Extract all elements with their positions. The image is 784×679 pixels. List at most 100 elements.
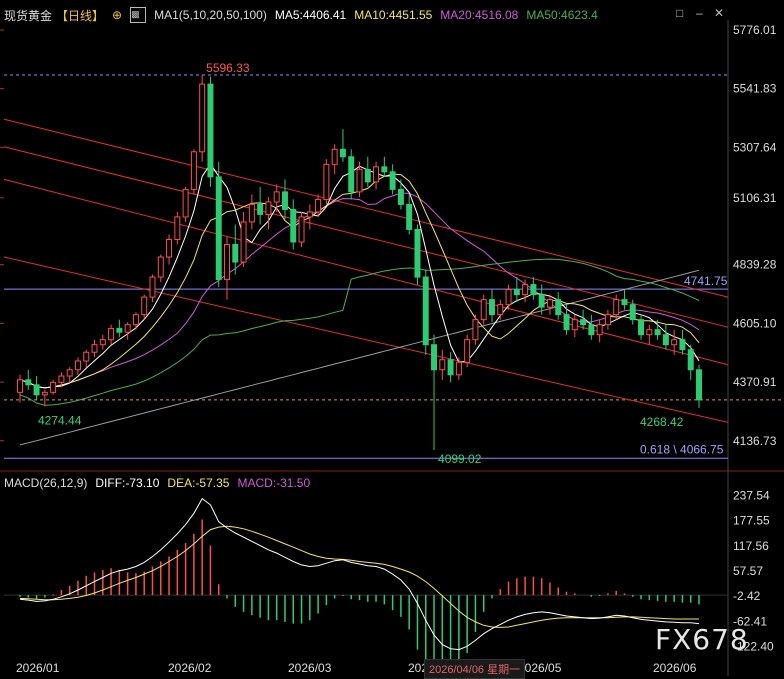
resistance-label: 4741.75 [684,274,728,288]
candle-body [331,148,338,165]
ma-toggle-icon[interactable]: ▩ [130,7,147,23]
candle-body [199,83,206,153]
candle-body [224,243,230,281]
candle-body [439,359,446,371]
candle-body [679,339,686,351]
candle-body [406,203,413,230]
window-minimize-icon[interactable]: – [696,6,703,20]
macd-tick-label: 237.54 [733,488,770,502]
candle-body [373,166,380,183]
candle-body [596,324,603,336]
candle-body [522,284,529,296]
period-label[interactable]: 【日线】 [56,7,104,24]
candle-body [571,319,578,331]
candle-body [604,314,611,326]
macd-label: MACD(26,12,9) [4,476,88,490]
ma100-line [19,269,700,446]
ma-params-label: MA1(5,10,20,50,100) [154,8,267,22]
price-tick-label: 5541.83 [733,82,777,96]
candle-body [190,151,197,190]
hover-date-label: 2026/04/06 星期一 [424,659,526,679]
candle-body [348,156,355,193]
candle-body [538,294,545,308]
x-tick-label: 2026/06 [653,661,697,675]
candle-body [207,83,214,178]
candle-body [273,191,280,203]
macd-tick-label: 117.56 [733,539,769,553]
candle-body [33,384,40,396]
candle-body [455,361,462,376]
macd-diff-value: DIFF:-73.10 [95,476,160,490]
low-label: 4099.02 [438,452,482,466]
candle-body [25,379,32,386]
candle-body [149,276,156,298]
candle-body [464,339,471,363]
macd-tick-label: 177.55 [733,514,770,528]
window-close-icon[interactable]: ✕ [714,6,724,20]
candle-body [646,329,653,336]
candle-body [157,256,164,278]
candle-body [555,299,562,316]
candle-body [124,324,131,333]
candle-body [414,228,421,278]
candle-body [356,168,363,193]
macd-header: MACD(26,12,9) DIFF:-73.10 DEA:-57.35 MAC… [4,476,310,490]
price-tick-label: 5776.01 [733,23,777,37]
candle-body [182,188,189,218]
candle-body [397,188,404,205]
candle-body [638,319,645,336]
candle-body [563,314,570,331]
price-tick-label: 4136.73 [733,434,777,448]
candle-body [505,289,512,306]
x-tick-label: 2026/02 [168,661,212,675]
price-tick-label: 5307.64 [733,140,777,154]
candle-body [141,296,148,316]
candle-body [447,359,454,376]
candle-body [530,284,537,296]
candle-body [339,148,346,158]
candle-body [132,314,139,326]
fx678-watermark: FX678 [655,623,749,656]
ma5-line [19,162,700,389]
ma20-line [19,192,700,389]
candle-body [422,276,429,346]
candle-body [497,304,504,316]
price-tick-label: 5106.31 [733,191,777,205]
x-tick-label: 2026/01 [16,661,60,675]
candle-body [174,216,181,240]
candle-body [290,208,297,243]
candle-body [240,221,247,263]
candle-body [489,299,495,316]
price-tick-label: 4370.91 [733,375,777,389]
candle-body [696,369,702,401]
ma5-value: MA5:4406.41 [274,8,347,22]
candle-body [687,349,694,371]
candle-body [17,379,23,393]
candle-body [588,324,595,336]
x-tick-label: 2026/03 [288,661,332,675]
macd-tick-label: 57.57 [733,564,763,578]
candle-body [58,375,65,383]
candle-body [431,344,438,371]
candle-body [546,299,553,308]
gold-daily-chart[interactable]: 5776.01 5541.83 5307.64 5106.31 4839.28 4605.… [0,0,784,676]
diff-line [19,497,700,651]
candle-body [215,176,222,281]
channel-line [3,118,729,298]
start-low-label: 4274.44 [38,413,82,427]
candle-body [613,299,620,316]
candle-body [480,299,487,321]
macd-dea-value: DEA:-57.35 [167,476,230,490]
settings-icon[interactable]: ⊕ [112,8,122,22]
candle-body [257,203,264,215]
candle-body [389,171,396,190]
ma50-value: MA50:4623.4 [526,8,598,22]
candle-body [265,201,272,215]
candle-body [116,327,123,333]
candle-body [472,319,479,341]
candle-body [580,319,587,326]
candle-body [41,391,48,396]
window-restore-icon[interactable]: □ [676,6,683,20]
candle-body [381,166,388,173]
ma10-value: MA10:4451.55 [354,8,433,22]
